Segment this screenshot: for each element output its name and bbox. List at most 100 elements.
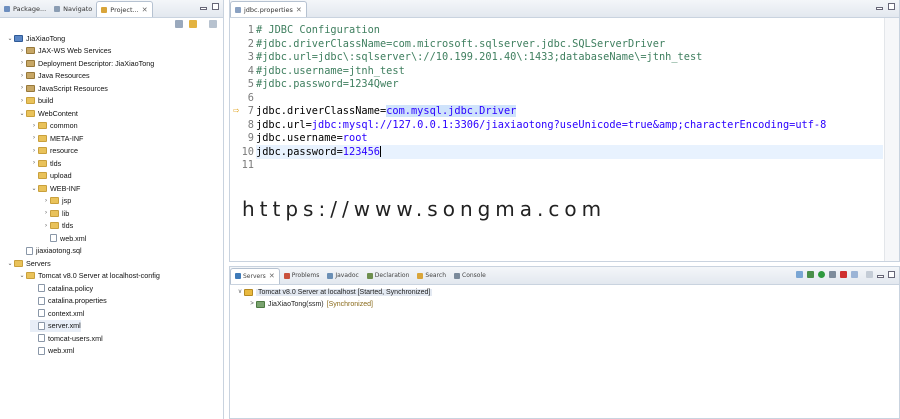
expand-toggle[interactable]: › — [42, 198, 50, 204]
line-number: 4 — [247, 64, 254, 77]
expand-toggle[interactable]: › — [30, 148, 38, 154]
editor-area: jdbc.properties ✕ 1 2 3 4 5 6 7 ⇨ 8 9 10 11 # JDBC … — [229, 0, 900, 262]
tree-item[interactable]: web.xml — [42, 232, 86, 244]
tree-item[interactable]: catalina.policy — [30, 282, 93, 294]
tree-item[interactable]: › JavaScript Resources — [18, 82, 108, 94]
maximize-icon[interactable] — [888, 3, 895, 10]
tree-item[interactable]: web.xml — [30, 345, 74, 357]
tree-item[interactable]: › Java Resources — [18, 70, 90, 82]
vertical-scrollbar[interactable] — [884, 18, 899, 261]
folder-icon — [38, 134, 47, 142]
debug-icon[interactable] — [807, 271, 814, 278]
close-icon[interactable]: ✕ — [296, 6, 302, 14]
tree-item[interactable]: context.xml — [30, 307, 84, 319]
folder-icon — [26, 109, 35, 117]
bottom-tab-problems[interactable]: Problems — [280, 268, 324, 283]
expand-toggle[interactable]: › — [42, 223, 50, 229]
maximize-icon[interactable] — [212, 3, 219, 10]
minimize-icon[interactable] — [200, 7, 207, 10]
bottom-tab-search[interactable]: Search — [413, 268, 450, 283]
quick-fix-icon[interactable]: ⇨ — [233, 106, 240, 115]
code-line: #jdbc.password=1234Qwer — [256, 77, 883, 91]
tree-item[interactable]: ⌄ WEB-INF — [30, 182, 80, 194]
tree-item[interactable]: › tlds — [42, 220, 73, 232]
profile-icon[interactable] — [829, 271, 836, 278]
tree-item[interactable]: › tlds — [30, 157, 61, 169]
close-icon[interactable]: ✕ — [142, 6, 148, 14]
expand-toggle[interactable]: v — [236, 289, 244, 295]
expand-toggle[interactable]: › — [30, 160, 38, 166]
server-row[interactable]: v Tomcat v8.0 Server at localhost [Start… — [236, 286, 433, 298]
line-number: 2 — [247, 37, 254, 50]
file-icon — [38, 346, 45, 355]
expand-toggle[interactable]: › — [18, 73, 26, 79]
tree-item[interactable]: › jsp — [42, 195, 71, 207]
project-icon — [14, 34, 23, 42]
tree-item[interactable]: catalina.properties — [30, 295, 107, 307]
file-icon — [38, 284, 45, 292]
explorer-tab-2[interactable]: Project... ✕ — [96, 1, 153, 17]
module-row[interactable]: > JiaXiaoTong(ssm) [Synchronized] — [248, 298, 373, 310]
expand-toggle[interactable]: ⌄ — [18, 272, 26, 279]
tree-item[interactable]: › JAX-WS Web Services — [18, 45, 111, 57]
module-name: JiaXiaoTong(ssm) — [268, 300, 324, 308]
stop-server-icon[interactable] — [840, 271, 847, 278]
bottom-tab-servers[interactable]: Servers ✕ — [230, 267, 280, 284]
start-server-icon[interactable] — [818, 271, 825, 278]
tree-item[interactable]: server.xml — [30, 319, 81, 332]
view-menu-icon[interactable] — [209, 20, 217, 28]
expand-toggle[interactable]: › — [18, 85, 26, 91]
line-number: 8 — [247, 118, 254, 131]
view-menu-icon[interactable] — [866, 271, 873, 278]
maximize-icon[interactable] — [888, 271, 895, 278]
expand-toggle[interactable]: › — [42, 210, 50, 216]
web-module-icon — [256, 300, 265, 308]
collapse-icon[interactable] — [796, 271, 803, 278]
expand-toggle[interactable]: › — [18, 48, 26, 54]
tree-item[interactable]: › resource — [30, 145, 78, 157]
explorer-tabbar: Package... Navigato Project... ✕ — [0, 0, 223, 18]
tree-item[interactable]: upload — [30, 170, 72, 182]
tree-item[interactable]: › build — [18, 95, 53, 107]
minimize-icon[interactable] — [876, 7, 883, 10]
tree-item[interactable]: jiaxiaotong.sql — [18, 245, 82, 257]
expand-toggle[interactable]: ⌄ — [30, 185, 38, 192]
expand-toggle[interactable]: ⌄ — [18, 110, 26, 117]
minimize-icon[interactable] — [877, 275, 884, 278]
file-icon — [38, 296, 45, 305]
tree-item[interactable]: ⌄ Tomcat v8.0 Server at localhost-config — [18, 270, 159, 282]
tree-item[interactable]: › Deployment Descriptor: JiaXiaoTong — [18, 57, 154, 69]
close-icon[interactable]: ✕ — [269, 272, 275, 280]
tree-item[interactable]: ⌄ WebContent — [18, 107, 77, 119]
explorer-tab-1[interactable]: Navigato — [50, 1, 96, 16]
tree-item-label: upload — [50, 171, 72, 180]
tree-item[interactable]: ⌄ JiaXiaoTong — [6, 32, 65, 44]
link-editor-icon[interactable] — [189, 20, 197, 28]
code-text[interactable]: # JDBC Configuration #jdbc.driverClassNam… — [256, 18, 883, 261]
tree-item-label: common — [50, 121, 78, 130]
tree-item[interactable]: › common — [30, 120, 78, 132]
expand-toggle[interactable]: ⌄ — [6, 260, 14, 267]
tab-jdbc-properties[interactable]: jdbc.properties ✕ — [230, 1, 307, 17]
watermark: https://www.songma.com — [240, 197, 609, 221]
bottom-tab-javadoc[interactable]: Javadoc — [323, 268, 362, 283]
tree-item[interactable]: › lib — [42, 207, 69, 219]
tree-item[interactable]: tomcat-users.xml — [30, 332, 103, 344]
tree-item-label: JAX-WS Web Services — [38, 46, 112, 55]
expand-toggle[interactable]: ⌄ — [6, 35, 14, 42]
folder-icon — [50, 209, 59, 217]
tree-item[interactable]: ⌄ Servers — [6, 257, 50, 269]
tree-item[interactable]: › META-INF — [30, 132, 83, 144]
expand-toggle[interactable]: > — [248, 301, 256, 307]
expand-toggle[interactable]: › — [30, 135, 38, 141]
expand-toggle[interactable]: › — [18, 60, 26, 66]
bottom-tab-console[interactable]: Console — [450, 268, 490, 283]
explorer-tab-0[interactable]: Package... — [0, 1, 50, 16]
code-token: jdbc.username= — [256, 132, 343, 144]
expand-toggle[interactable]: › — [18, 98, 26, 104]
bottom-tab-declaration[interactable]: Declaration — [363, 268, 414, 283]
publish-icon[interactable] — [851, 271, 858, 278]
expand-toggle[interactable]: › — [30, 123, 38, 129]
collapse-all-icon[interactable] — [175, 20, 183, 28]
folder-icon — [26, 97, 35, 104]
